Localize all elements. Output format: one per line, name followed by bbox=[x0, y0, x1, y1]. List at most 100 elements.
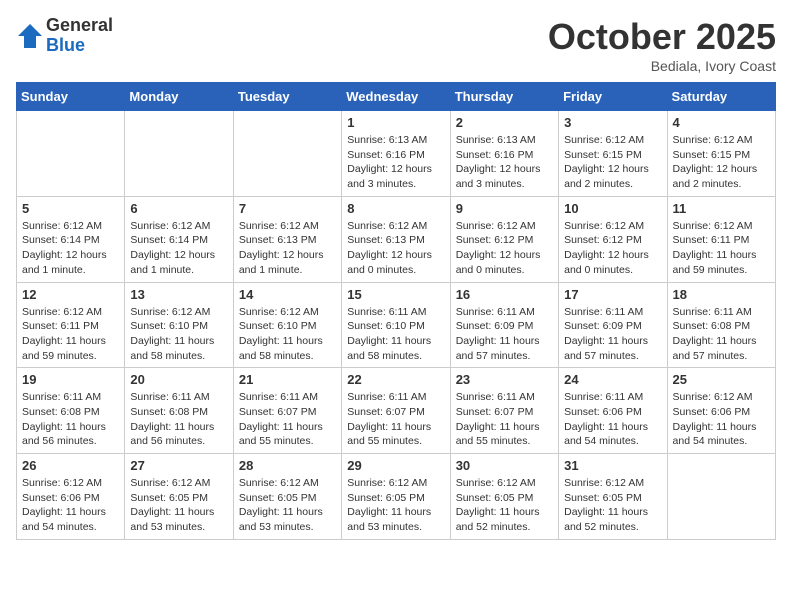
day-number: 29 bbox=[347, 458, 444, 473]
day-info: Sunrise: 6:12 AMSunset: 6:14 PMDaylight:… bbox=[22, 219, 119, 278]
day-number: 1 bbox=[347, 115, 444, 130]
calendar-cell: 30 Sunrise: 6:12 AMSunset: 6:05 PMDayligh… bbox=[450, 454, 558, 540]
day-info: Sunrise: 6:11 AMSunset: 6:07 PMDaylight:… bbox=[347, 390, 444, 449]
day-info: Sunrise: 6:12 AMSunset: 6:10 PMDaylight:… bbox=[239, 305, 336, 364]
day-number: 28 bbox=[239, 458, 336, 473]
day-info: Sunrise: 6:11 AMSunset: 6:07 PMDaylight:… bbox=[456, 390, 553, 449]
logo-text: General Blue bbox=[46, 16, 113, 56]
day-info: Sunrise: 6:12 AMSunset: 6:15 PMDaylight:… bbox=[673, 133, 770, 192]
logo-icon bbox=[16, 22, 44, 50]
day-info: Sunrise: 6:12 AMSunset: 6:12 PMDaylight:… bbox=[456, 219, 553, 278]
day-number: 25 bbox=[673, 372, 770, 387]
day-info: Sunrise: 6:12 AMSunset: 6:10 PMDaylight:… bbox=[130, 305, 227, 364]
calendar-cell: 10Sunrise: 6:12 AMSunset: 6:12 PMDayligh… bbox=[559, 196, 667, 282]
header-tuesday: Tuesday bbox=[233, 83, 341, 111]
day-info: Sunrise: 6:12 AMSunset: 6:14 PMDaylight:… bbox=[130, 219, 227, 278]
header-friday: Friday bbox=[559, 83, 667, 111]
header-sunday: Sunday bbox=[17, 83, 125, 111]
calendar-cell: 16 Sunrise: 6:11 AMSunset: 6:09 PMDayligh… bbox=[450, 282, 558, 368]
day-info: Sunrise: 6:13 AMSunset: 6:16 PMDaylight:… bbox=[456, 133, 553, 192]
day-info: Sunrise: 6:12 AMSunset: 6:05 PMDaylight:… bbox=[456, 476, 553, 535]
day-info: Sunrise: 6:12 AMSunset: 6:15 PMDaylight:… bbox=[564, 133, 661, 192]
calendar-cell: 14Sunrise: 6:12 AMSunset: 6:10 PMDayligh… bbox=[233, 282, 341, 368]
day-number: 2 bbox=[456, 115, 553, 130]
calendar-cell: 13 Sunrise: 6:12 AMSunset: 6:10 PMDayligh… bbox=[125, 282, 233, 368]
day-number: 16 bbox=[456, 287, 553, 302]
logo-general: General bbox=[46, 16, 113, 36]
logo-blue: Blue bbox=[46, 36, 113, 56]
day-info: Sunrise: 6:12 AMSunset: 6:06 PMDaylight:… bbox=[673, 390, 770, 449]
calendar-week-4: 19 Sunrise: 6:11 AMSunset: 6:08 PMDayligh… bbox=[17, 368, 776, 454]
calendar-cell: 3 Sunrise: 6:12 AMSunset: 6:15 PMDaylight… bbox=[559, 111, 667, 197]
day-number: 7 bbox=[239, 201, 336, 216]
calendar-cell: 29 Sunrise: 6:12 AMSunset: 6:05 PMDayligh… bbox=[342, 454, 450, 540]
day-info: Sunrise: 6:11 AMSunset: 6:09 PMDaylight:… bbox=[456, 305, 553, 364]
header-wednesday: Wednesday bbox=[342, 83, 450, 111]
calendar-week-1: 1 Sunrise: 6:13 AMSunset: 6:16 PMDaylight… bbox=[17, 111, 776, 197]
day-number: 13 bbox=[130, 287, 227, 302]
day-number: 3 bbox=[564, 115, 661, 130]
calendar-cell: 19Sunrise: 6:11 AMSunset: 6:08 PMDayligh… bbox=[17, 368, 125, 454]
calendar-week-2: 5 Sunrise: 6:12 AMSunset: 6:14 PMDaylight… bbox=[17, 196, 776, 282]
calendar-cell: 7Sunrise: 6:12 AMSunset: 6:13 PMDaylight… bbox=[233, 196, 341, 282]
calendar-cell: 6 Sunrise: 6:12 AMSunset: 6:14 PMDaylight… bbox=[125, 196, 233, 282]
day-number: 5 bbox=[22, 201, 119, 216]
calendar-cell: 25 Sunrise: 6:12 AMSunset: 6:06 PMDayligh… bbox=[667, 368, 775, 454]
day-info: Sunrise: 6:11 AMSunset: 6:08 PMDaylight:… bbox=[130, 390, 227, 449]
day-number: 26 bbox=[22, 458, 119, 473]
calendar-cell bbox=[233, 111, 341, 197]
calendar-cell: 26Sunrise: 6:12 AMSunset: 6:06 PMDayligh… bbox=[17, 454, 125, 540]
day-number: 30 bbox=[456, 458, 553, 473]
calendar-cell bbox=[125, 111, 233, 197]
calendar-cell: 15Sunrise: 6:11 AMSunset: 6:10 PMDayligh… bbox=[342, 282, 450, 368]
day-number: 22 bbox=[347, 372, 444, 387]
day-number: 20 bbox=[130, 372, 227, 387]
day-info: Sunrise: 6:12 AMSunset: 6:05 PMDaylight:… bbox=[564, 476, 661, 535]
day-number: 17 bbox=[564, 287, 661, 302]
day-number: 4 bbox=[673, 115, 770, 130]
day-number: 27 bbox=[130, 458, 227, 473]
calendar-cell: 23 Sunrise: 6:11 AMSunset: 6:07 PMDayligh… bbox=[450, 368, 558, 454]
calendar-table: Sunday Monday Tuesday Wednesday Thursday… bbox=[16, 82, 776, 540]
day-number: 9 bbox=[456, 201, 553, 216]
calendar-cell bbox=[667, 454, 775, 540]
day-info: Sunrise: 6:11 AMSunset: 6:08 PMDaylight:… bbox=[673, 305, 770, 364]
calendar-cell: 12Sunrise: 6:12 AMSunset: 6:11 PMDayligh… bbox=[17, 282, 125, 368]
calendar-cell: 22 Sunrise: 6:11 AMSunset: 6:07 PMDayligh… bbox=[342, 368, 450, 454]
day-info: Sunrise: 6:11 AMSunset: 6:07 PMDaylight:… bbox=[239, 390, 336, 449]
day-number: 21 bbox=[239, 372, 336, 387]
day-number: 19 bbox=[22, 372, 119, 387]
header-thursday: Thursday bbox=[450, 83, 558, 111]
day-number: 15 bbox=[347, 287, 444, 302]
day-number: 6 bbox=[130, 201, 227, 216]
day-info: Sunrise: 6:12 AMSunset: 6:05 PMDaylight:… bbox=[347, 476, 444, 535]
header-saturday: Saturday bbox=[667, 83, 775, 111]
calendar-cell: 4 Sunrise: 6:12 AMSunset: 6:15 PMDaylight… bbox=[667, 111, 775, 197]
day-number: 24 bbox=[564, 372, 661, 387]
day-number: 18 bbox=[673, 287, 770, 302]
page-header: General Blue October 2025 Bediala, Ivory… bbox=[16, 16, 776, 74]
calendar-cell bbox=[17, 111, 125, 197]
weekday-header-row: Sunday Monday Tuesday Wednesday Thursday… bbox=[17, 83, 776, 111]
calendar-cell: 21 Sunrise: 6:11 AMSunset: 6:07 PMDayligh… bbox=[233, 368, 341, 454]
location-subtitle: Bediala, Ivory Coast bbox=[548, 58, 776, 74]
day-number: 12 bbox=[22, 287, 119, 302]
calendar-cell: 20 Sunrise: 6:11 AMSunset: 6:08 PMDayligh… bbox=[125, 368, 233, 454]
calendar-cell: 11Sunrise: 6:12 AMSunset: 6:11 PMDayligh… bbox=[667, 196, 775, 282]
header-monday: Monday bbox=[125, 83, 233, 111]
calendar-cell: 5 Sunrise: 6:12 AMSunset: 6:14 PMDaylight… bbox=[17, 196, 125, 282]
day-info: Sunrise: 6:12 AMSunset: 6:12 PMDaylight:… bbox=[564, 219, 661, 278]
day-number: 23 bbox=[456, 372, 553, 387]
title-area: October 2025 Bediala, Ivory Coast bbox=[548, 16, 776, 74]
day-info: Sunrise: 6:13 AMSunset: 6:16 PMDaylight:… bbox=[347, 133, 444, 192]
day-number: 8 bbox=[347, 201, 444, 216]
calendar-cell: 24Sunrise: 6:11 AMSunset: 6:06 PMDayligh… bbox=[559, 368, 667, 454]
day-info: Sunrise: 6:12 AMSunset: 6:05 PMDaylight:… bbox=[130, 476, 227, 535]
day-info: Sunrise: 6:12 AMSunset: 6:05 PMDaylight:… bbox=[239, 476, 336, 535]
calendar-cell: 17 Sunrise: 6:11 AMSunset: 6:09 PMDayligh… bbox=[559, 282, 667, 368]
calendar-cell: 28 Sunrise: 6:12 AMSunset: 6:05 PMDayligh… bbox=[233, 454, 341, 540]
calendar-cell: 31Sunrise: 6:12 AMSunset: 6:05 PMDayligh… bbox=[559, 454, 667, 540]
day-number: 11 bbox=[673, 201, 770, 216]
day-info: Sunrise: 6:11 AMSunset: 6:09 PMDaylight:… bbox=[564, 305, 661, 364]
month-title: October 2025 bbox=[548, 16, 776, 58]
